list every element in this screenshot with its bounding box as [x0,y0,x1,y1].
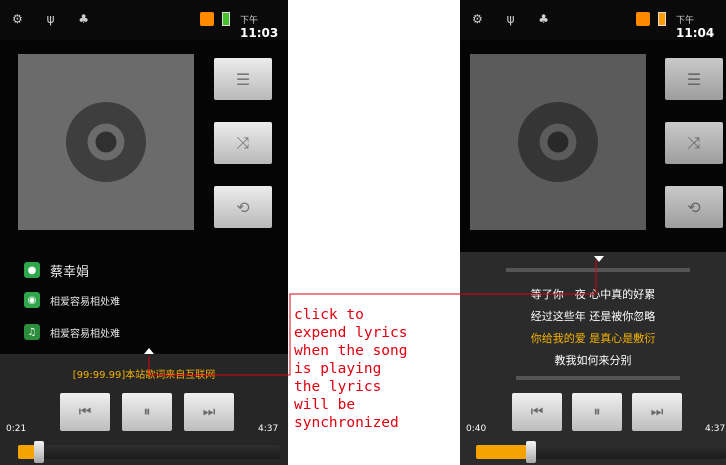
annotation-text: click to expend lyrics when the song is … [294,307,408,431]
